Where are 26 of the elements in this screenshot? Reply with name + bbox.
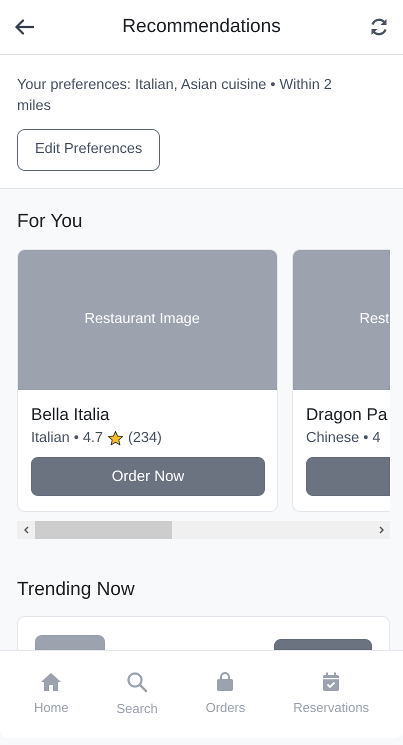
cuisine-text: Italian • bbox=[31, 428, 79, 448]
preferences-text: Your preferences: Italian, Asian cuisine • Within 2 miles bbox=[17, 76, 333, 116]
star-icon bbox=[106, 430, 124, 447]
home-icon bbox=[40, 672, 62, 692]
rating-text: 4.7 bbox=[82, 428, 103, 448]
bag-icon bbox=[216, 672, 234, 692]
review-count: (234) bbox=[128, 428, 162, 448]
horizontal-scrollbar[interactable] bbox=[17, 520, 390, 539]
restaurant-name: Bella Italia bbox=[31, 404, 110, 426]
image-label: Rest bbox=[360, 310, 390, 327]
image-label: Restaurant Image bbox=[84, 310, 200, 327]
calendar-icon bbox=[322, 672, 340, 692]
order-now-button[interactable]: Order Now bbox=[31, 457, 265, 496]
nav-tab[interactable]: Reservations bbox=[289, 651, 374, 738]
scroll-right-icon[interactable] bbox=[378, 526, 384, 534]
edit-preferences-button[interactable]: Edit Preferences bbox=[17, 129, 160, 171]
cuisine-text: Chinese • 4 bbox=[306, 428, 380, 448]
scroll-left-icon[interactable] bbox=[24, 526, 28, 534]
nav-tab[interactable]: Orders bbox=[202, 651, 250, 738]
nav-tab[interactable]: Home bbox=[30, 651, 73, 738]
section-title: Trending Now bbox=[16, 578, 136, 602]
page-title: Recommendations bbox=[122, 16, 281, 38]
nav-tab[interactable]: Search bbox=[112, 651, 162, 738]
restaurant-name: Dragon Pa bbox=[306, 404, 388, 426]
section-title: For You bbox=[16, 210, 84, 234]
search-icon bbox=[126, 670, 148, 693]
